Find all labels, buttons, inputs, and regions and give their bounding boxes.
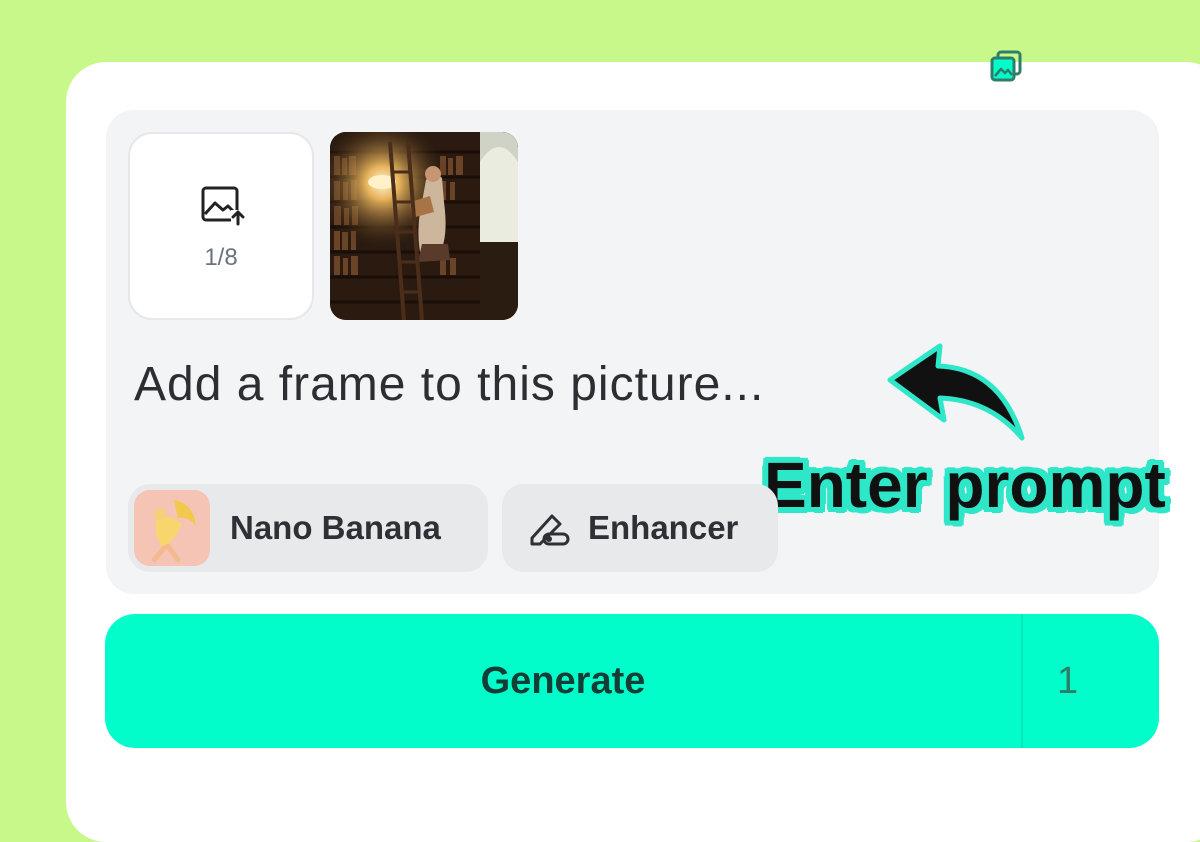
generate-divider: [1021, 614, 1023, 748]
upload-count: 1/8: [204, 244, 238, 271]
image-count-icon: [990, 50, 1022, 82]
enhancer-pen-icon: [530, 514, 570, 546]
generate-button[interactable]: Generate 1: [105, 614, 1159, 748]
image-count: 1: [1057, 660, 1079, 702]
library-photo-image: [330, 132, 518, 320]
enter-prompt-callout: Enter prompt: [764, 449, 1166, 521]
model-label: Nano Banana: [230, 509, 441, 546]
generate-label: Generate: [480, 660, 646, 702]
prompt-input[interactable]: Add a frame to this picture...: [134, 352, 894, 418]
reference-image-thumbnail[interactable]: [330, 132, 518, 320]
model-selector-button[interactable]: Nano Banana: [128, 484, 488, 572]
upload-image-button[interactable]: 1/8: [128, 132, 314, 320]
image-upload-icon: [201, 186, 245, 226]
nano-banana-avatar: [134, 490, 210, 566]
enhancer-label: Enhancer: [588, 509, 739, 546]
enhancer-button[interactable]: Enhancer: [502, 484, 778, 572]
